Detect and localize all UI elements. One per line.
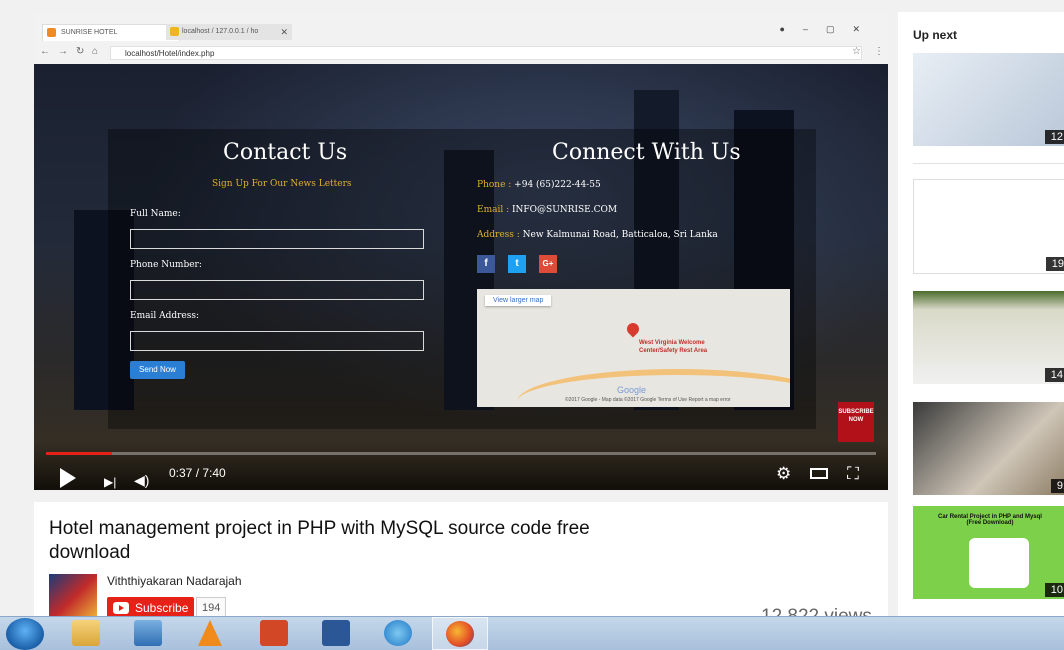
progress-bar[interactable] <box>46 452 876 455</box>
video-duration: 9: <box>1050 479 1064 493</box>
facebook-icon[interactable]: f <box>477 255 495 273</box>
address-info: Address : New Kalmunai Road, Batticaloa,… <box>477 230 718 240</box>
window-controls[interactable]: ●–▢✕ <box>780 24 879 35</box>
menu-icon[interactable]: ⋮ <box>874 46 884 57</box>
start-button-icon[interactable] <box>6 618 44 650</box>
newsletter-text: Sign Up For Our News Letters <box>212 179 352 189</box>
connect-title: Connect With Us <box>552 140 741 165</box>
google-logo: Google <box>617 385 647 395</box>
up-next-thumbnail[interactable]: Car Rental Project in PHP and Mysql (Fre… <box>913 506 1064 599</box>
video-duration: 10: <box>1044 583 1064 597</box>
browser-chrome: SUNRISE HOTEL ✕ localhost / 127.0.0.1 / … <box>34 12 888 64</box>
reload-icon[interactable]: ↻ <box>76 46 84 57</box>
twitter-icon[interactable]: t <box>508 255 526 273</box>
browser-tab-phpmyadmin[interactable]: localhost / 127.0.0.1 / ho ✕ <box>166 24 292 40</box>
bookmark-star-icon[interactable]: ☆ <box>852 46 861 57</box>
up-next-thumbnail[interactable]: 14: <box>913 291 1064 384</box>
up-next-sidebar: Up next 12: 19: 14: 9: Car Rental Projec… <box>898 12 1064 616</box>
video-duration: 19: <box>1045 257 1064 271</box>
explorer-icon[interactable] <box>72 620 100 646</box>
firefox-icon <box>446 621 474 647</box>
contact-title: Contact Us <box>223 140 348 165</box>
phpmyadmin-favicon-icon <box>170 27 179 36</box>
youtube-play-icon <box>113 602 129 614</box>
browser-tab-sunrise[interactable]: SUNRISE HOTEL ✕ <box>42 24 180 41</box>
back-icon[interactable]: ← <box>40 46 50 57</box>
car-key-icon <box>969 538 1029 588</box>
next-icon[interactable]: ▶| <box>104 475 116 489</box>
subscribe-now-badge[interactable]: SUBSCRIBE NOW <box>838 402 874 442</box>
video-duration: 14: <box>1044 368 1064 382</box>
theater-mode-icon[interactable] <box>810 468 828 479</box>
close-tab-icon[interactable]: ✕ <box>280 24 288 40</box>
vlc-icon[interactable] <box>198 620 222 646</box>
time-display: 0:37 / 7:40 <box>169 466 226 480</box>
windows-taskbar <box>0 616 1064 650</box>
email-label: Email Address: <box>130 311 200 321</box>
volume-icon[interactable]: ◀) <box>134 472 149 489</box>
fullscreen-icon[interactable]: ⛶ <box>847 464 859 484</box>
phone-label: Phone Number: <box>130 260 202 270</box>
thumbnail-title: Car Rental Project in PHP and Mysql (Fre… <box>938 514 1042 526</box>
full-name-input[interactable] <box>130 229 424 249</box>
player-controls: ▶| ◀) 0:37 / 7:40 ⚙ ⛶ <box>34 442 888 490</box>
home-icon[interactable]: ⌂ <box>92 46 98 57</box>
channel-avatar[interactable] <box>49 574 97 622</box>
address-text: localhost/Hotel/index.php <box>125 49 215 58</box>
map-place-label: West Virginia Welcome Center/Safety Rest… <box>639 340 708 354</box>
word-icon[interactable] <box>322 620 350 646</box>
video-info: Hotel management project in PHP with MyS… <box>34 502 888 627</box>
internet-explorer-icon[interactable] <box>384 620 412 646</box>
video-duration: 12: <box>1044 130 1064 144</box>
send-now-button[interactable]: Send Now <box>130 361 185 379</box>
email-input[interactable] <box>130 331 424 351</box>
settings-gear-icon[interactable]: ⚙ <box>776 464 791 484</box>
up-next-thumbnail[interactable]: 9: <box>913 402 1064 495</box>
firefox-task[interactable] <box>432 617 488 650</box>
view-larger-map-link[interactable]: View larger map <box>485 295 552 306</box>
phone-info: Phone : +94 (65)222-44-55 <box>477 180 601 190</box>
video-title: Hotel management project in PHP with MyS… <box>49 518 590 563</box>
map-footer: ©2017 Google - Map data ©2017 Google Ter… <box>565 397 731 403</box>
media-player-icon[interactable] <box>134 620 162 646</box>
address-bar[interactable]: localhost/Hotel/index.php <box>110 46 862 60</box>
play-icon[interactable] <box>60 468 76 488</box>
up-next-thumbnail[interactable]: 19: <box>913 179 1064 274</box>
tab-label: SUNRISE HOTEL <box>61 29 118 36</box>
forward-icon[interactable]: → <box>58 46 68 57</box>
video-player[interactable]: SUNRISE HOTEL ✕ localhost / 127.0.0.1 / … <box>34 12 888 490</box>
map-pin-icon <box>624 320 642 338</box>
google-plus-icon[interactable]: G+ <box>539 255 557 273</box>
phone-input[interactable] <box>130 280 424 300</box>
powerpoint-icon[interactable] <box>260 620 288 646</box>
sunrise-favicon-icon <box>47 28 56 37</box>
address-row: ← → ↻ ⌂ localhost/Hotel/index.php ☆ ⋮ <box>34 44 888 62</box>
progress-fill <box>46 452 113 455</box>
divider <box>913 163 1064 164</box>
hotel-site: Contact Us Sign Up For Our News Letters … <box>34 64 888 490</box>
channel-name[interactable]: Viththiyakaran Nadarajah <box>107 574 242 588</box>
up-next-thumbnail[interactable]: 12: <box>913 53 1064 146</box>
up-next-heading: Up next <box>913 28 958 42</box>
subscribe-label: Subscribe <box>135 601 189 615</box>
full-name-label: Full Name: <box>130 209 181 219</box>
tab-label: localhost / 127.0.0.1 / ho <box>182 28 259 35</box>
google-map[interactable]: View larger map West Virginia Welcome Ce… <box>477 289 790 407</box>
email-info: Email : INFO@SUNRISE.COM <box>477 205 618 215</box>
